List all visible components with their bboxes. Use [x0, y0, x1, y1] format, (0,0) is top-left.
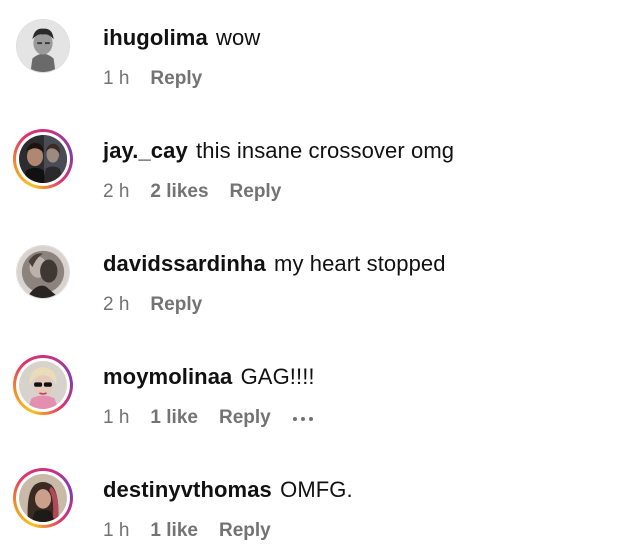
comment-line: jay._cay this insane crossover omg	[103, 137, 454, 165]
reply-button[interactable]: Reply	[150, 292, 202, 318]
comment-text: GAG!!!!	[240, 364, 315, 389]
comment-text: my heart stopped	[274, 251, 446, 276]
reply-button[interactable]: Reply	[150, 66, 202, 92]
comment-meta: 2 h Reply	[103, 292, 202, 318]
comment-timestamp: 1 h	[103, 520, 130, 541]
comment-meta: 1 h 1 like Reply	[103, 405, 313, 431]
comment-line: moymolinaa GAG!!!!	[103, 363, 315, 391]
comment-meta: 2 h 2 likes Reply	[103, 179, 281, 205]
avatar-jay-cay[interactable]	[13, 129, 73, 189]
comment-timestamp: 2 h	[103, 294, 130, 315]
comment-text: OMFG.	[280, 477, 353, 502]
dot	[300, 417, 305, 421]
comment-timestamp: 1 h	[103, 407, 130, 428]
comment-list: ihugolima wow 1 h Reply jay._cay this in…	[0, 0, 634, 559]
comment-item: davidssardinha my heart stopped 2 h Repl…	[0, 226, 634, 326]
reply-button[interactable]: Reply	[219, 518, 271, 544]
comment-username[interactable]: moymolinaa	[103, 364, 232, 389]
comment-timestamp: 2 h	[103, 181, 130, 202]
avatar-davidssardinha[interactable]	[16, 245, 70, 299]
comment-meta: 1 h 1 like Reply	[103, 518, 271, 544]
dot	[308, 417, 313, 421]
comment-meta: 1 h Reply	[103, 66, 202, 92]
comment-username[interactable]: davidssardinha	[103, 251, 266, 276]
avatar-destinyvthomas[interactable]	[13, 468, 73, 528]
likes-count[interactable]: 1 like	[150, 405, 198, 431]
comment-item: moymolinaa GAG!!!! 1 h 1 like Reply	[0, 339, 634, 439]
avatar-image	[17, 246, 69, 298]
reply-button[interactable]: Reply	[219, 405, 271, 431]
more-options-icon[interactable]	[292, 415, 313, 421]
comment-item: jay._cay this insane crossover omg 2 h 2…	[0, 113, 634, 213]
comment-line: ihugolima wow	[103, 24, 260, 52]
comment-text: wow	[216, 25, 261, 50]
comment-text: this insane crossover omg	[196, 138, 455, 163]
likes-count[interactable]: 1 like	[150, 518, 198, 544]
comment-username[interactable]: ihugolima	[103, 25, 208, 50]
comment-item: ihugolima wow 1 h Reply	[0, 0, 634, 100]
comment-username[interactable]: jay._cay	[103, 138, 188, 163]
reply-button[interactable]: Reply	[230, 179, 282, 205]
avatar-image	[17, 20, 69, 72]
likes-count[interactable]: 2 likes	[150, 179, 208, 205]
avatar-ihugolima[interactable]	[16, 19, 70, 73]
comment-item: destinyvthomas OMFG. 1 h 1 like Reply	[0, 452, 634, 552]
comment-username[interactable]: destinyvthomas	[103, 477, 272, 502]
comment-line: davidssardinha my heart stopped	[103, 250, 446, 278]
comment-timestamp: 1 h	[103, 68, 130, 89]
avatar-moymolinaa[interactable]	[13, 355, 73, 415]
dot	[292, 417, 297, 421]
avatar-image	[19, 474, 67, 522]
avatar-image	[19, 361, 67, 409]
comment-line: destinyvthomas OMFG.	[103, 476, 353, 504]
avatar-image	[19, 135, 67, 183]
